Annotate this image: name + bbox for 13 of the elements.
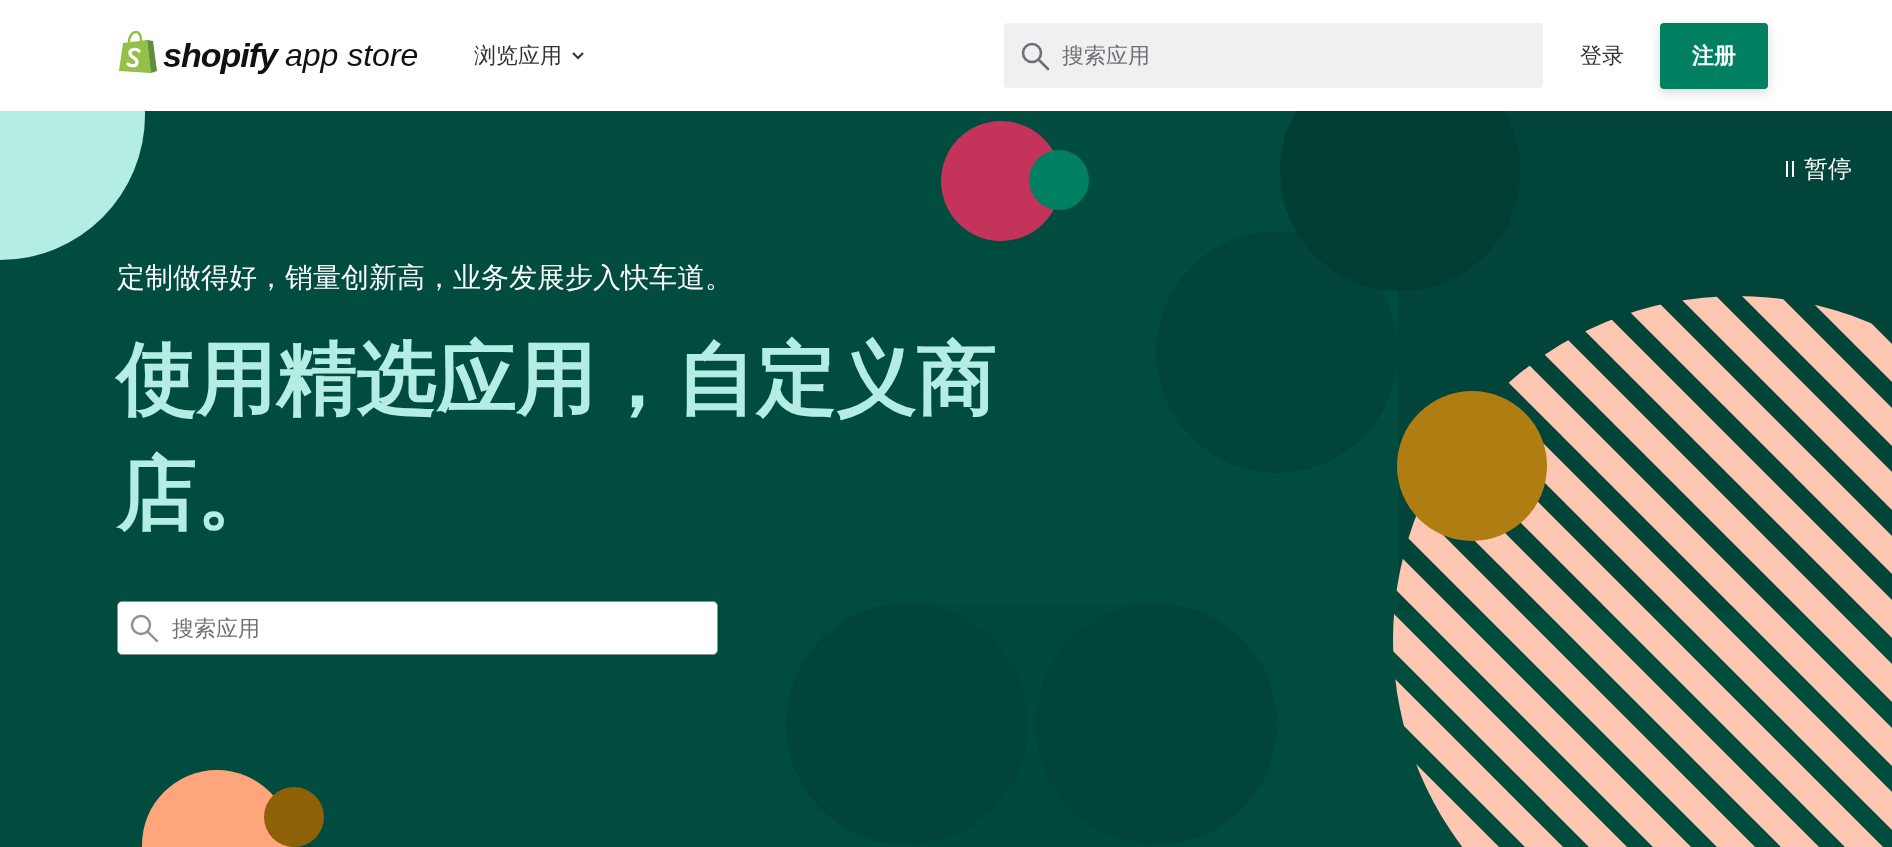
logo-suffix[interactable]: app store: [284, 37, 419, 74]
pause-button[interactable]: 暂停: [1786, 153, 1852, 185]
hero-heading: 使用精选应用，自定义商店。: [117, 331, 998, 542]
shopping-bag-icon[interactable]: [117, 30, 157, 75]
chevron-down-icon: [572, 51, 585, 60]
search-field[interactable]: 搜索应用: [117, 601, 718, 655]
pause-icon: [1786, 161, 1794, 177]
logo-wordmark[interactable]: shopify: [163, 36, 277, 75]
login-link[interactable]: 登录: [1580, 40, 1624, 71]
browse-apps-menu[interactable]: 浏览应用: [474, 40, 585, 71]
search-field[interactable]: 搜索应用: [1004, 23, 1543, 88]
signup-button[interactable]: 注册: [1660, 22, 1768, 89]
hero-subtitle: 定制做得好，销量创新高，业务发展步入快车道。: [117, 260, 734, 296]
